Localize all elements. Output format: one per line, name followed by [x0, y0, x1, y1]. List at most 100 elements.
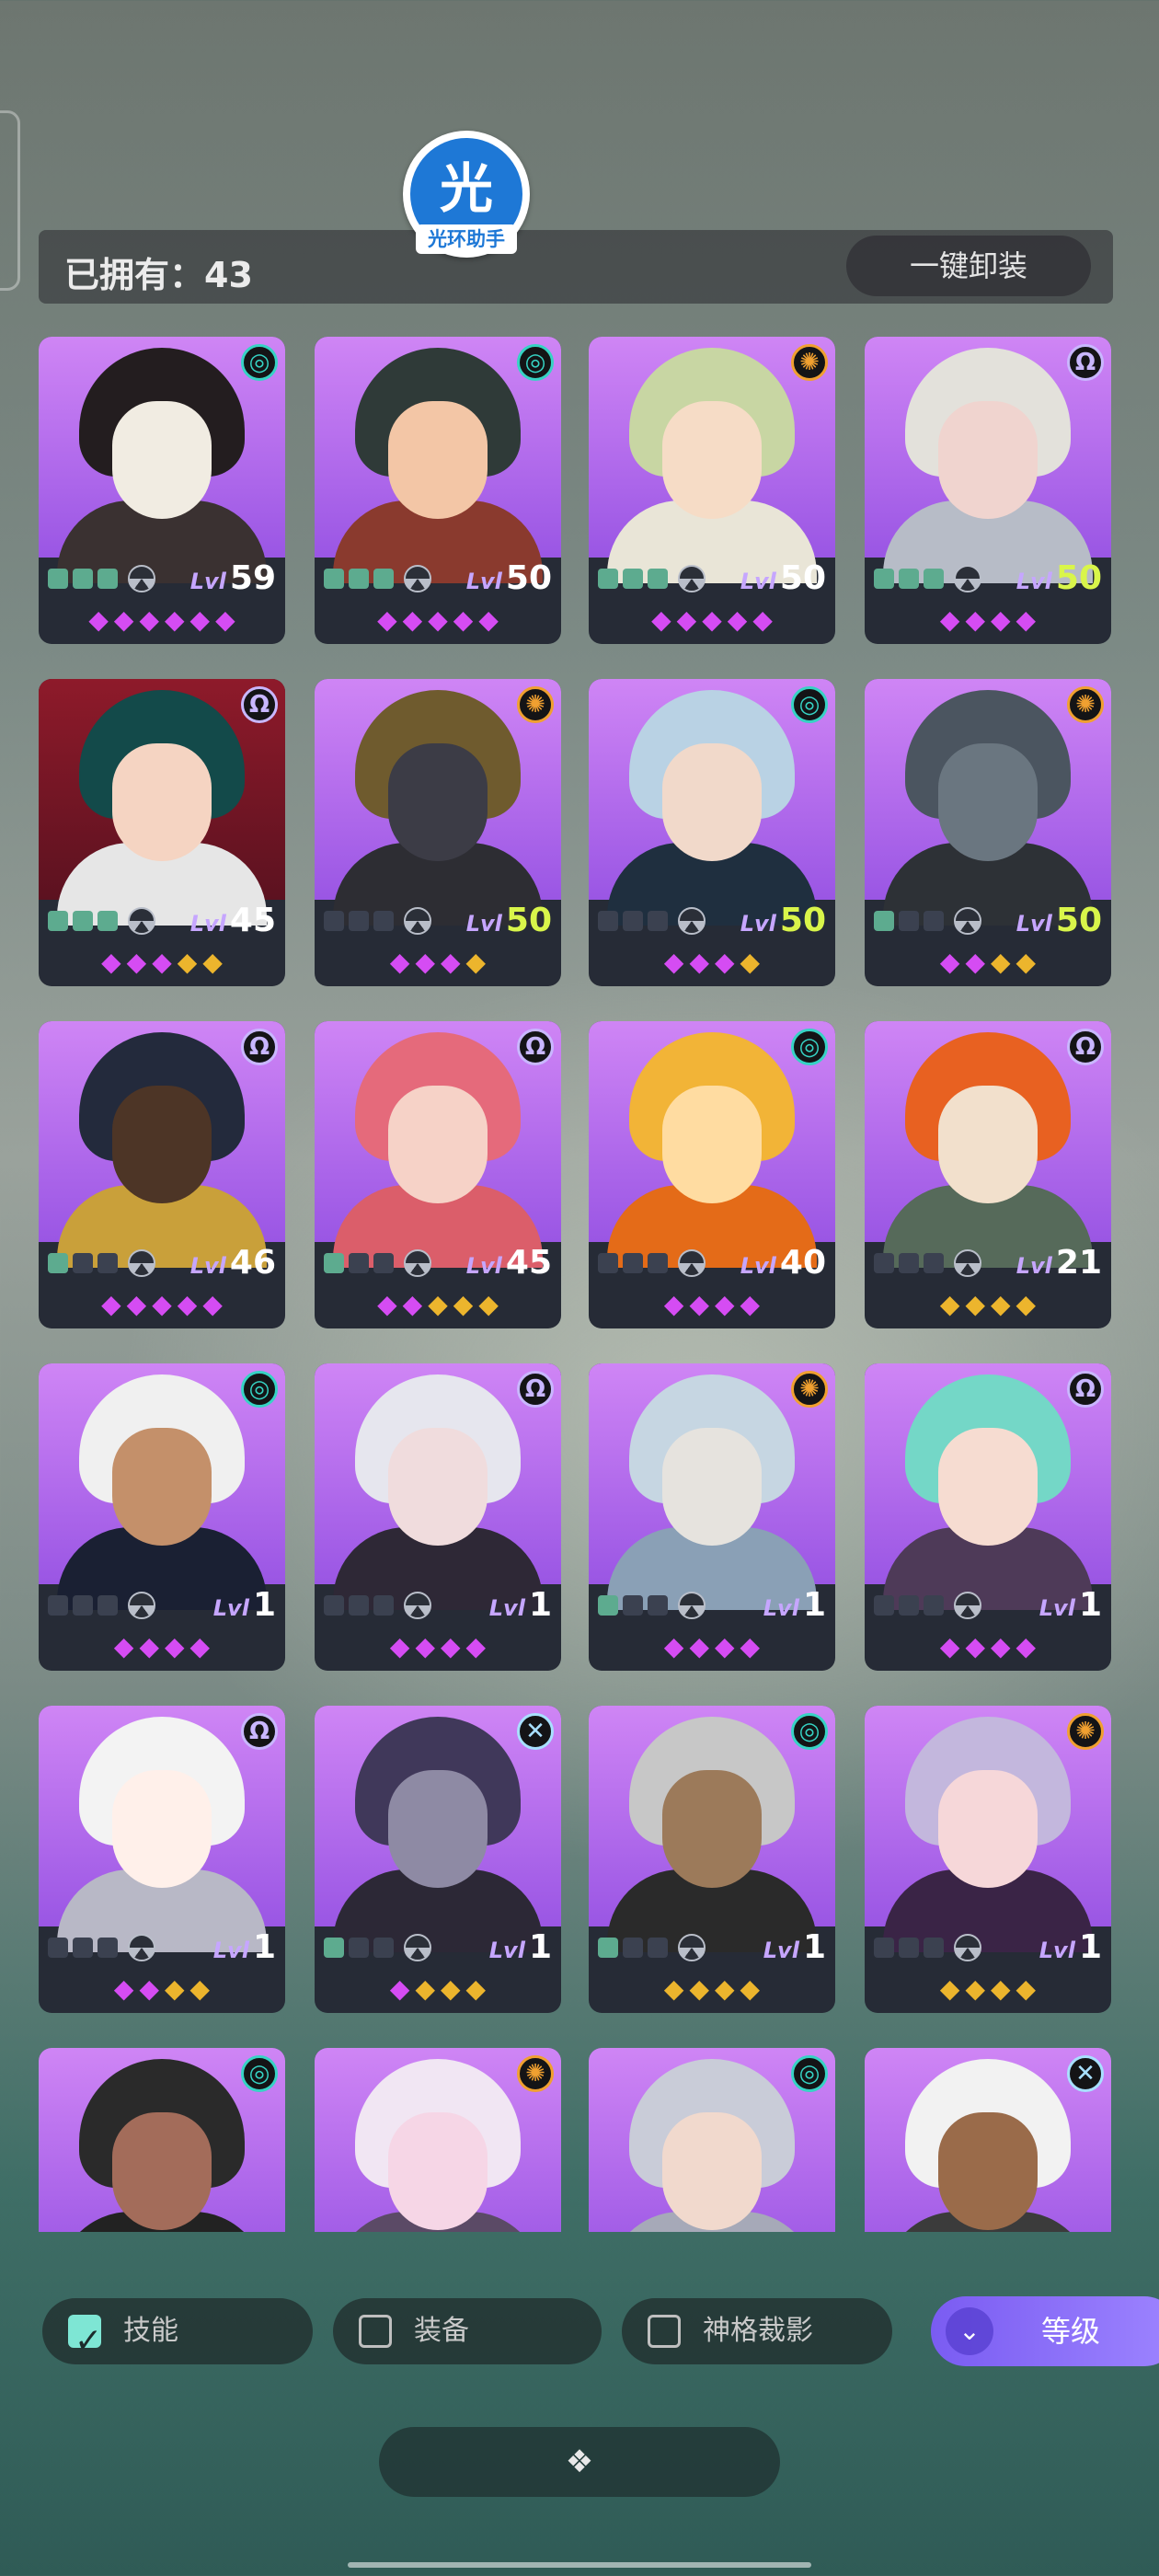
hero-card[interactable]: ✺ Lvl 1 ◆ ◆ ◆ ◆ — [865, 1706, 1111, 2013]
skill-slot — [373, 1595, 394, 1616]
hero-card[interactable]: Ω Lvl 21 ◆ ◆ ◆ ◆ — [865, 1021, 1111, 1328]
skill-slot — [48, 1253, 68, 1273]
hero-card[interactable]: ✺ Lvl 1 ◆ ◆ ◆ ◆ — [589, 1363, 835, 1671]
level-tag: Lvl — [189, 1253, 226, 1279]
hero-card[interactable]: ✺ Lvl 50 ◆ ◆ ◆ ◆ — [315, 679, 561, 986]
hero-card[interactable]: ◎ Lvl 1 ◆ ◆ ◆ ◆ — [589, 1706, 835, 2013]
hero-info: Lvl 50 ◆ ◆ ◆ ◆ ◆ — [589, 558, 835, 644]
level-value: 46 — [229, 1244, 276, 1282]
level-tag: Lvl — [1016, 911, 1052, 937]
gold-gem-icon: ◆ — [939, 1289, 960, 1319]
skill-slots — [874, 1592, 981, 1621]
purple-gem-icon: ◆ — [441, 947, 461, 977]
skill-slot — [73, 911, 93, 931]
hero-card[interactable]: ◎ Lvl 40 ◆ ◆ ◆ ◆ — [589, 1021, 835, 1328]
hero-card[interactable]: ✕ Lvl 1 ◆ ◆ ◆ ◆ — [315, 1706, 561, 2013]
hero-card[interactable]: Ω Lvl 50 ◆ ◆ ◆ ◆ — [865, 337, 1111, 644]
hero-card[interactable]: Ω Lvl 45 ◆ ◆ ◆ ◆ ◆ — [39, 679, 285, 986]
hero-card[interactable]: ◎ Lvl 50 ◆ ◆ ◆ ◆ — [589, 679, 835, 986]
hero-card[interactable]: ✕Lvl — [865, 2048, 1111, 2232]
hero-portrait: Ω — [865, 337, 1111, 583]
skill-slot — [623, 569, 643, 589]
element-wind-icon: ◎ — [517, 344, 554, 381]
checkbox-icon[interactable] — [359, 2315, 392, 2348]
purple-gem-icon: ◆ — [177, 1289, 198, 1319]
element-cross-icon: ✕ — [517, 1713, 554, 1750]
star-gems: ◆ ◆ ◆ ◆ — [589, 1292, 835, 1317]
hero-card[interactable]: Ω Lvl 45 ◆ ◆ ◆ ◆ ◆ — [315, 1021, 561, 1328]
checkbox-icon[interactable] — [648, 2315, 681, 2348]
hero-card[interactable]: ✺Lvl — [315, 2048, 561, 2232]
hero-card[interactable]: ✺ Lvl 50 ◆ ◆ ◆ ◆ — [865, 679, 1111, 986]
purple-gem-icon: ◆ — [152, 947, 172, 977]
purple-gem-icon: ◆ — [139, 1973, 159, 2004]
hero-level: Lvl 1 — [489, 1586, 552, 1624]
purple-gem-icon: ◆ — [676, 604, 697, 635]
purple-gem-icon: ◆ — [991, 604, 1011, 635]
hero-info: Lvl 1 ◆ ◆ ◆ ◆ — [315, 1926, 561, 2013]
star-gems: ◆ ◆ ◆ ◆ — [589, 949, 835, 975]
hero-portrait: ✺ — [315, 679, 561, 926]
diamonds-icon: ❖ — [565, 2444, 594, 2480]
hero-level: Lvl 1 — [1039, 1586, 1102, 1624]
hero-card[interactable]: Ω Lvl 46 ◆ ◆ ◆ ◆ ◆ — [39, 1021, 285, 1328]
hero-info: Lvl 50 ◆ ◆ ◆ ◆ — [865, 558, 1111, 644]
hero-level: Lvl 1 — [489, 1928, 552, 1966]
hero-level: Lvl 21 — [1016, 1244, 1102, 1282]
hero-level: Lvl 1 — [763, 1586, 826, 1624]
hero-card[interactable]: ◎ Lvl 50 ◆ ◆ ◆ ◆ ◆ — [315, 337, 561, 644]
skill-slot — [324, 1938, 344, 1958]
element-wind-icon: ◎ — [791, 1029, 828, 1065]
hero-info: Lvl 1 ◆ ◆ ◆ ◆ — [589, 1926, 835, 2013]
hero-card[interactable]: Ω Lvl 1 ◆ ◆ ◆ ◆ — [865, 1363, 1111, 1671]
purple-gem-icon: ◆ — [965, 1631, 985, 1662]
portrait-face — [388, 1770, 488, 1888]
purple-gem-icon: ◆ — [689, 1631, 709, 1662]
expand-panel-button[interactable]: ❖ — [379, 2427, 780, 2497]
hero-grid[interactable]: ◎ Lvl 59 ◆ ◆ ◆ ◆ ◆ ◆ ◎ Lvl 50 ◆ ◆ ◆ ◆ ◆ ✺ Lvl 50 ◆ ◆ ◆ ◆ ◆ Ω Lvl 50… — [0, 337, 1159, 2232]
filter-divinity[interactable]: 神格裁影 — [622, 2298, 892, 2364]
skill-slot — [899, 1253, 919, 1273]
level-tag: Lvl — [1016, 569, 1052, 594]
filter-skills[interactable]: 技能 — [42, 2298, 313, 2375]
skill-slot — [899, 1938, 919, 1958]
element-sun-icon: ✺ — [791, 344, 828, 381]
equipment-icon — [678, 1249, 706, 1277]
hero-card[interactable]: ◎ Lvl 59 ◆ ◆ ◆ ◆ ◆ ◆ — [39, 337, 285, 644]
gold-gem-icon: ◆ — [965, 1973, 985, 2004]
hero-portrait: Ω — [39, 1021, 285, 1268]
hero-level: Lvl 1 — [763, 1928, 826, 1966]
logo-glyph: 光 — [439, 157, 493, 220]
hero-card[interactable]: ◎Lvl — [589, 2048, 835, 2232]
level-tag: Lvl — [763, 1938, 799, 1963]
hero-info: Lvl 1 ◆ ◆ ◆ ◆ — [39, 1926, 285, 2013]
gold-gem-icon: ◆ — [939, 1973, 960, 2004]
skill-slots — [598, 1249, 706, 1279]
level-tag: Lvl — [1039, 1595, 1075, 1621]
checkbox-icon[interactable] — [68, 2308, 102, 2375]
hero-card[interactable]: Ω Lvl 1 ◆ ◆ ◆ ◆ — [315, 1363, 561, 1671]
hero-card[interactable]: ◎ Lvl 1 ◆ ◆ ◆ ◆ — [39, 1363, 285, 1671]
skill-slot — [899, 1595, 919, 1616]
hero-card[interactable]: ◎Lvl — [39, 2048, 285, 2232]
home-indicator[interactable] — [348, 2562, 811, 2568]
skill-slot — [349, 911, 369, 931]
sort-by-level-button[interactable]: ⌄ 等级 — [931, 2296, 1159, 2366]
skill-slot — [324, 569, 344, 589]
hero-portrait: ✺ — [865, 679, 1111, 926]
purple-gem-icon: ◆ — [727, 604, 748, 635]
hero-card[interactable]: Ω Lvl 1 ◆ ◆ ◆ ◆ — [39, 1706, 285, 2013]
purple-gem-icon: ◆ — [415, 1631, 435, 1662]
filter-equipment[interactable]: 装备 — [333, 2298, 602, 2364]
sort-label: 等级 — [1041, 2314, 1101, 2349]
purple-gem-icon: ◆ — [478, 604, 499, 635]
level-value: 1 — [528, 1586, 552, 1624]
side-panel-tab[interactable] — [0, 110, 20, 291]
skill-slot — [648, 1595, 668, 1616]
unequip-all-button[interactable]: 一键卸装 — [846, 236, 1091, 296]
purple-gem-icon: ◆ — [415, 947, 435, 977]
hero-card[interactable]: ✺ Lvl 50 ◆ ◆ ◆ ◆ ◆ — [589, 337, 835, 644]
portrait-face — [662, 1428, 762, 1546]
equipment-icon — [678, 565, 706, 592]
gold-gem-icon: ◆ — [478, 1289, 499, 1319]
